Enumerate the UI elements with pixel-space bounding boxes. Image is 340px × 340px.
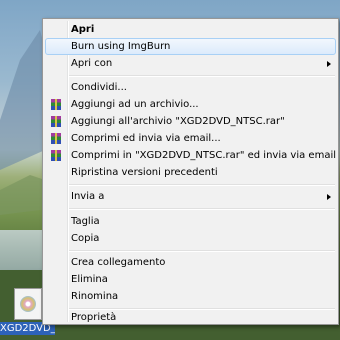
context-menu: Apri Burn using ImgBurn Apri con Condivi… xyxy=(42,18,339,325)
menu-item-cut[interactable]: Taglia xyxy=(45,213,336,230)
menu-item-restore-previous-versions[interactable]: Ripristina versioni precedenti xyxy=(45,164,336,181)
menu-item-add-to-archive[interactable]: Aggiungi ad un archivio... xyxy=(45,96,336,113)
menu-item-open[interactable]: Apri xyxy=(45,21,336,38)
menu-item-compress-named-email[interactable]: Comprimi in "XGD2DVD_NTSC.rar" ed invia … xyxy=(45,147,336,164)
menu-separator xyxy=(69,250,335,252)
menu-item-create-shortcut[interactable]: Crea collegamento xyxy=(45,254,336,271)
menu-item-send-to[interactable]: Invia a xyxy=(45,188,336,205)
menu-item-compress-email[interactable]: Comprimi ed invia via email... xyxy=(45,130,336,147)
menu-separator xyxy=(69,208,335,210)
menu-item-burn-imgburn[interactable]: Burn using ImgBurn xyxy=(45,38,336,55)
menu-item-rename[interactable]: Rinomina xyxy=(45,288,336,305)
winrar-icon xyxy=(51,99,61,110)
winrar-icon xyxy=(51,116,61,127)
menu-item-copy[interactable]: Copia xyxy=(45,230,336,247)
submenu-arrow-icon xyxy=(327,194,331,200)
menu-separator xyxy=(69,75,335,77)
menu-item-add-to-named-archive[interactable]: Aggiungi all'archivio "XGD2DVD_NTSC.rar" xyxy=(45,113,336,130)
winrar-icon xyxy=(51,150,61,161)
menu-item-open-with[interactable]: Apri con xyxy=(45,55,336,72)
menu-item-share[interactable]: Condividi... xyxy=(45,79,336,96)
menu-separator xyxy=(69,184,335,186)
disc-icon xyxy=(20,296,36,312)
disc-image-file-icon[interactable] xyxy=(14,288,42,320)
winrar-icon xyxy=(51,133,61,144)
menu-item-properties[interactable]: Proprietà xyxy=(45,309,336,326)
menu-item-delete[interactable]: Elimina xyxy=(45,271,336,288)
submenu-arrow-icon xyxy=(327,61,331,67)
